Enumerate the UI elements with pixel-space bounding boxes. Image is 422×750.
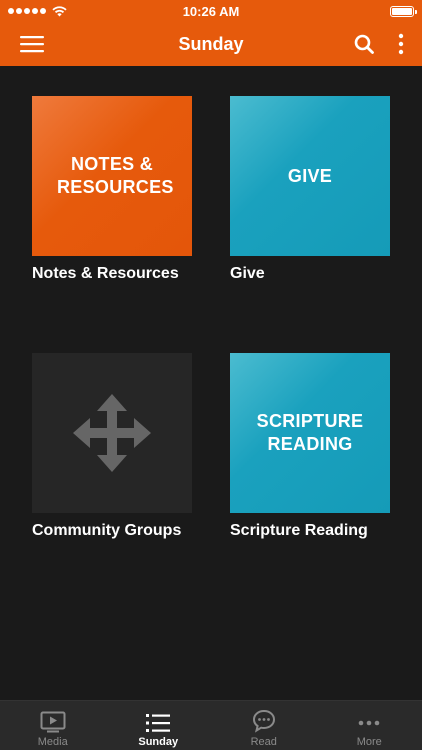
tab-media-label: Media <box>37 736 68 748</box>
list-icon <box>146 714 171 732</box>
tile-notes-resources-text: NOTES & RESOURCES <box>57 154 174 197</box>
move-arrows-icon <box>73 394 151 472</box>
tile-notes-resources-image[interactable]: NOTES & RESOURCES <box>32 96 192 256</box>
tab-more[interactable]: More <box>317 701 422 750</box>
tile-give[interactable]: GIVE Give <box>230 96 390 283</box>
horizontal-ellipsis-icon <box>358 720 380 726</box>
tile-give-text: GIVE <box>287 165 333 186</box>
tile-scripture-reading-caption: Scripture Reading <box>230 522 368 539</box>
tile-give-caption: Give <box>230 265 265 282</box>
tile-give-image[interactable]: GIVE <box>230 96 390 256</box>
tile-community-groups-caption: Community Groups <box>32 522 182 539</box>
search-icon <box>354 34 374 54</box>
tab-read[interactable]: Read <box>211 701 317 750</box>
status-left <box>8 5 67 17</box>
tile-notes-resources-caption: Notes & Resources <box>32 265 179 282</box>
hamburger-icon <box>20 36 44 53</box>
vertical-ellipsis-icon <box>398 33 404 55</box>
battery-icon <box>390 5 417 17</box>
play-screen-icon <box>40 711 66 733</box>
search-button[interactable] <box>354 34 374 54</box>
tab-more-label: More <box>356 736 382 748</box>
status-bar: 10:26 AM <box>0 0 422 22</box>
wifi-icon <box>52 5 67 16</box>
more-options-button[interactable] <box>398 33 404 55</box>
nav-actions <box>354 33 404 55</box>
tile-scripture-reading[interactable]: SCRIPTURE READING Scripture Reading <box>230 353 390 540</box>
tile-community-groups-image[interactable] <box>32 353 192 513</box>
signal-strength-icon <box>8 8 46 14</box>
tile-scripture-reading-text: SCRIPTURE READING <box>256 411 364 454</box>
tab-read-label: Read <box>250 736 277 748</box>
tile-notes-resources[interactable]: NOTES & RESOURCES Notes & Resources <box>32 96 192 283</box>
tile-community-groups[interactable]: Community Groups <box>32 353 192 540</box>
tab-bar: Media Sunday Read More <box>0 700 422 750</box>
navigation-bar: Sunday <box>0 22 422 66</box>
hamburger-menu-button[interactable] <box>20 35 44 53</box>
tile-scripture-reading-image[interactable]: SCRIPTURE READING <box>230 353 390 513</box>
tab-sunday[interactable]: Sunday <box>106 701 212 750</box>
chat-bubble-icon <box>252 709 275 733</box>
tab-media[interactable]: Media <box>0 701 106 750</box>
tab-sunday-label: Sunday <box>138 736 179 748</box>
